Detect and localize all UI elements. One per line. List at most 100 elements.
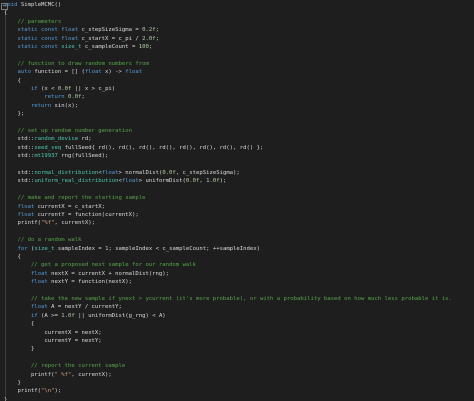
code-token: || uniformDist(g_rng) < A) (74, 312, 166, 319)
code-token: static const float (4, 35, 79, 42)
code-area[interactable]: void SimpleMCMC(){ // parameters static … (4, 0, 474, 401)
code-token: float (101, 170, 119, 176)
code-token: > normalDist( (118, 170, 163, 176)
code-token: // report the current sample (4, 363, 126, 370)
code-line[interactable]: printf("\n"); (4, 387, 61, 396)
code-token: float (4, 304, 48, 311)
code-token: uniform_real_distribution (34, 178, 119, 185)
code-token: (x < (37, 86, 58, 92)
code-token: ; (155, 35, 159, 42)
code-token: 0.0f (57, 86, 72, 92)
code-token: float (84, 69, 102, 76)
code-token: size_t (34, 245, 55, 252)
code-token: nextY = function(nextX); (47, 279, 132, 286)
code-token: { (4, 254, 21, 260)
code-token: // make and report the starting sample (4, 195, 146, 202)
code-token: ; sampleIndex < c_sampleCount; ++sampleI… (108, 245, 261, 252)
code-token: // take the new sample if ynext > ycurre… (4, 296, 452, 302)
code-token: function = [] ( (30, 69, 85, 76)
code-token: 0.0f (185, 178, 200, 185)
code-token: || x > c_pi) (71, 86, 116, 92)
code-token: 0.0f (162, 170, 176, 176)
code-token: fullSeed{ rd(), rd(), rd(), rd(), rd(), … (61, 144, 264, 151)
code-token: c_stepSizeSigma = (78, 27, 143, 34)
code-token: ); (54, 388, 62, 395)
code-token: size_t (61, 44, 82, 50)
code-token: 0.2f (142, 27, 156, 34)
code-token: float (4, 212, 35, 218)
code-token: static const float (4, 27, 79, 34)
code-token: printf( (4, 388, 42, 395)
code-token: } (4, 346, 35, 353)
code-line[interactable]: static const size_t c_sampleCount = 100; (4, 43, 152, 52)
code-editor[interactable]: − void SimpleMCMC(){ // parameters stati… (0, 0, 474, 401)
code-token: SimpleMCMC() (17, 2, 62, 8)
code-line[interactable]: printf("%f", currentX); (4, 219, 95, 228)
code-token: seed_seq (34, 144, 62, 151)
code-token: sampleIndex = (54, 245, 106, 252)
code-token: for (4, 245, 28, 252)
code-line[interactable]: } (4, 345, 34, 354)
code-token: ; (148, 44, 153, 50)
code-token: normal_distribution (34, 170, 99, 176)
code-token: static const (4, 44, 62, 50)
code-line[interactable]: void SimpleMCMC() (4, 1, 61, 10)
code-token: " %f" (54, 371, 72, 378)
code-token: { (4, 10, 8, 17)
code-token: // set up random number generation (4, 128, 132, 134)
code-token: mt19937 (34, 153, 58, 160)
code-token: printf( (4, 220, 42, 227)
code-token: void (4, 2, 18, 8)
code-token: float (121, 178, 139, 185)
code-token: random_device (34, 136, 79, 143)
code-token: c_sampleCount = (81, 44, 139, 50)
code-token: c_startX = c_pi / (78, 35, 143, 42)
code-token: currentX = nextX; (4, 329, 102, 336)
code-token: 0.0f (68, 94, 82, 101)
code-token: float (4, 270, 48, 277)
code-line[interactable]: float nextY = function(nextX); (4, 278, 132, 287)
code-token: nextX = currentX + normalDist(rng); (47, 270, 170, 277)
code-token: ); (219, 178, 227, 185)
code-token: currentX = c_startX; (34, 203, 106, 210)
code-token: if (4, 86, 38, 92)
code-token: "%f" (41, 220, 55, 227)
code-token: auto (4, 69, 31, 76)
code-token: float (125, 69, 143, 76)
code-token: > uniformDist( (138, 178, 186, 185)
code-token: , c_stepSizeSigma); (175, 170, 240, 176)
code-token: } (4, 380, 21, 386)
code-line[interactable]: } (4, 396, 7, 401)
code-token: if (4, 312, 38, 319)
code-line[interactable]: auto function = [] (float x) -> float (4, 68, 142, 77)
code-token: ; (81, 94, 85, 101)
code-token: ; (155, 27, 159, 34)
code-token: std:: (4, 153, 35, 160)
code-token: std:: (4, 136, 35, 143)
code-token: rng(fullSeed); (57, 153, 109, 160)
code-token: (A >= (37, 312, 62, 319)
code-token: A = nextY / currentY; (47, 304, 122, 311)
code-token: std:: (4, 178, 35, 185)
code-token: 1.0f (206, 178, 220, 185)
code-token: "\n" (41, 388, 55, 395)
code-token: return (4, 102, 52, 109)
code-token: { (4, 77, 21, 84)
code-line[interactable]: std::mt19937 rng(fullSeed); (4, 152, 108, 161)
code-line[interactable]: for (size_t sampleIndex = 1; sampleIndex… (4, 245, 260, 254)
code-token: float (4, 279, 48, 286)
code-token: currentY = function(currentX); (34, 212, 139, 218)
code-token: // do a random walk (4, 237, 82, 244)
code-token: , currentX); (54, 220, 95, 227)
code-token: x) -> (101, 69, 126, 76)
code-token: 100 (138, 44, 149, 50)
code-token: rd; (78, 136, 92, 143)
code-token: 1.0f (61, 312, 75, 319)
code-line[interactable]: }; (4, 110, 24, 119)
code-token: // parameters (4, 18, 62, 25)
code-token: printf( (4, 371, 55, 378)
code-line[interactable]: std::uniform_real_distribution<float> un… (4, 177, 226, 186)
code-token: }; (4, 111, 25, 118)
code-token: // get a proposed next sample for our ra… (4, 262, 196, 269)
code-token: std:: (4, 144, 35, 151)
